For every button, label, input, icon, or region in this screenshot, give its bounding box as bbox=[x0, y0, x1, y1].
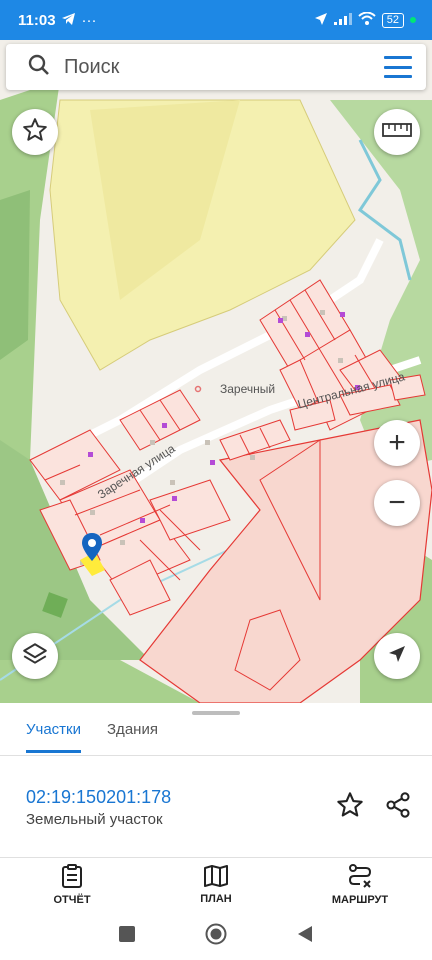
divider bbox=[0, 755, 432, 756]
signal-icon bbox=[333, 12, 352, 28]
zoom-out-label: − bbox=[388, 486, 406, 519]
route-icon bbox=[348, 864, 372, 891]
back-button[interactable] bbox=[297, 925, 313, 948]
bottom-sheet: Участки Здания 02:19:150201:178 Земельны… bbox=[0, 703, 432, 857]
battery-indicator: 52 bbox=[381, 12, 404, 28]
recents-button[interactable] bbox=[119, 925, 135, 947]
layers-button[interactable] bbox=[12, 633, 58, 679]
nav-plan[interactable]: ПЛАН bbox=[144, 858, 288, 912]
sheet-tabs: Участки Здания bbox=[26, 721, 158, 753]
system-navigation-bar bbox=[0, 912, 432, 960]
location-icon bbox=[314, 12, 328, 29]
search-bar[interactable]: Поиск bbox=[6, 44, 426, 90]
my-location-button[interactable] bbox=[374, 633, 420, 679]
zoom-in-button[interactable]: + bbox=[374, 420, 420, 466]
map-canvas[interactable] bbox=[0, 40, 432, 703]
map-view[interactable]: Заречный Заречная улица Центральная улиц… bbox=[0, 40, 432, 703]
nav-report[interactable]: ОТЧЁТ bbox=[0, 858, 144, 912]
telegram-icon bbox=[61, 12, 76, 29]
bottom-navigation: ОТЧЁТ ПЛАН МАРШРУТ bbox=[0, 857, 432, 912]
layers-icon bbox=[22, 641, 48, 672]
home-button[interactable] bbox=[205, 923, 227, 950]
favorites-button[interactable] bbox=[12, 109, 58, 155]
more-notifications: ··· bbox=[81, 11, 97, 29]
ruler-button[interactable] bbox=[374, 109, 420, 155]
navigation-arrow-icon bbox=[387, 644, 407, 669]
tab-buildings[interactable]: Здания bbox=[107, 721, 158, 753]
sheet-drag-handle[interactable] bbox=[192, 711, 240, 715]
search-icon[interactable] bbox=[28, 54, 50, 81]
nav-route-label: МАРШРУТ bbox=[331, 894, 389, 906]
tab-parcels[interactable]: Участки bbox=[26, 721, 81, 753]
parcel-cadastral-number[interactable]: 02:19:150201:178 bbox=[26, 787, 171, 808]
wifi-icon bbox=[358, 11, 376, 28]
menu-icon[interactable] bbox=[384, 56, 412, 78]
forest-patch bbox=[0, 190, 30, 360]
active-dot-icon bbox=[410, 17, 416, 23]
parcel-type: Земельный участок bbox=[26, 811, 163, 828]
status-bar: 11:03 ··· 52 bbox=[0, 0, 432, 40]
map-plan-icon bbox=[204, 865, 228, 890]
nav-route[interactable]: МАРШРУТ bbox=[288, 858, 432, 912]
settlement-label: Заречный bbox=[220, 382, 276, 396]
zoom-in-label: + bbox=[388, 426, 406, 459]
share-icon[interactable] bbox=[384, 791, 412, 824]
favorite-parcel-button[interactable] bbox=[336, 791, 364, 824]
nav-plan-label: ПЛАН bbox=[200, 893, 232, 905]
ruler-icon bbox=[382, 122, 412, 142]
nav-report-label: ОТЧЁТ bbox=[53, 894, 91, 906]
star-icon bbox=[22, 117, 48, 148]
report-icon bbox=[61, 864, 83, 891]
zoom-out-button[interactable]: − bbox=[374, 480, 420, 526]
status-time: 11:03 bbox=[18, 11, 56, 29]
search-input[interactable]: Поиск bbox=[64, 56, 119, 79]
parcel-actions bbox=[336, 791, 412, 824]
